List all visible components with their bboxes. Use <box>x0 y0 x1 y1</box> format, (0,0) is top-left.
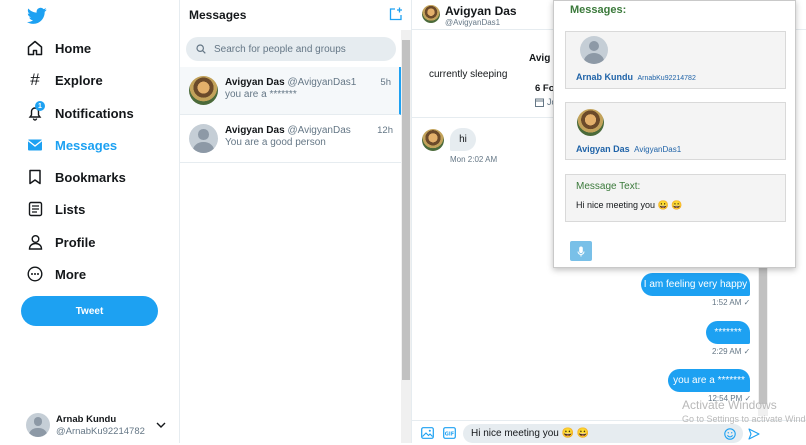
account-handle: @ArnabKu92214782 <box>56 426 145 437</box>
sender-name[interactable]: Arnab Kundu <box>576 72 633 82</box>
image-icon[interactable] <box>421 426 434 444</box>
bell-icon: 1 <box>26 101 45 122</box>
header-handle: @AvigyanDas1 <box>445 18 501 27</box>
tweet-button[interactable]: Tweet <box>21 296 158 326</box>
conversation-time: 12h <box>377 125 393 136</box>
recipient-handle: AvigyanDas1 <box>634 145 682 154</box>
avatar <box>26 413 50 437</box>
conversation-item[interactable]: Avigyan Das @AvigyanDas 12h You are a go… <box>180 115 401 163</box>
conversation-name: Avigyan Das <box>225 77 285 88</box>
nav-lists[interactable]: Lists <box>26 197 85 221</box>
conversation-name: Avigyan Das <box>225 125 285 136</box>
sidebar-nav: Home # Explore 1 Notifications Messages … <box>0 0 180 443</box>
microphone-icon <box>577 246 585 257</box>
message-time: 2:29 AM ✓ <box>712 347 751 356</box>
account-name: Arnab Kundu <box>56 414 117 425</box>
avatar <box>577 109 604 136</box>
nav-more[interactable]: More <box>26 262 86 286</box>
message-bubble-incoming[interactable]: hi <box>450 128 476 151</box>
nav-notifications[interactable]: 1 Notifications <box>26 101 134 125</box>
avatar <box>422 129 444 151</box>
conversation-item[interactable]: Avigyan Das @AvigyanDas1 5h you are a **… <box>180 67 401 115</box>
message-bubble-outgoing[interactable]: ******* <box>706 321 750 344</box>
nav-messages[interactable]: Messages <box>26 133 117 157</box>
recipient-card: Avigyan Das AvigyanDas1 <box>565 102 786 160</box>
profile-bio: currently sleeping <box>429 69 508 80</box>
activate-windows-subtitle: Go to Settings to activate Windows. <box>682 414 806 424</box>
home-icon <box>26 39 44 57</box>
message-time: 1:52 AM ✓ <box>712 298 751 307</box>
emoji-icon[interactable] <box>724 427 736 445</box>
message-text-label: Message Text: <box>576 181 641 192</box>
send-icon[interactable] <box>748 427 760 445</box>
twitter-logo-icon[interactable] <box>27 7 47 25</box>
message-time: Mon 2:02 AM <box>450 155 498 164</box>
recipient-name[interactable]: Avigyan Das <box>576 144 630 154</box>
bookmark-icon <box>26 168 44 186</box>
gif-icon[interactable]: GIF <box>443 426 456 444</box>
nav-label-profile: Profile <box>55 234 96 250</box>
nav-explore[interactable]: # Explore <box>26 68 103 92</box>
scrollbar[interactable] <box>401 30 411 443</box>
recipient-line: Avigyan Das AvigyanDas1 <box>576 139 681 157</box>
sender-line: Arnab Kundu ArnabKu92214782 <box>576 67 696 85</box>
avatar[interactable] <box>422 5 440 23</box>
calendar-icon <box>535 98 544 107</box>
avatar <box>189 76 218 105</box>
message-text-value: Hi nice meeting you 😀 😀 <box>576 200 683 210</box>
activate-windows-title: Activate Windows <box>682 398 777 412</box>
list-icon <box>26 200 44 218</box>
nav-label-messages: Messages <box>55 137 118 153</box>
nav-label-lists: Lists <box>55 201 86 217</box>
message-text-card: Message Text: Hi nice meeting you 😀 😀 <box>565 174 786 222</box>
chevron-down-icon <box>156 416 166 434</box>
nav-label-more: More <box>55 266 87 282</box>
conversation-preview: You are a good person <box>225 137 326 148</box>
nav-label-notifications: Notifications <box>55 105 134 121</box>
conversation-time: 5h <box>380 77 391 88</box>
avatar <box>189 124 218 153</box>
nav-label-home: Home <box>55 40 92 56</box>
conversation-handle: @AvigyanDas <box>287 125 351 136</box>
nav-bookmarks[interactable]: Bookmarks <box>26 165 126 189</box>
messages-panel: Messages Search for people and groups Av… <box>180 0 412 443</box>
account-switcher[interactable]: Arnab Kundu @ArnabKu92214782 <box>26 411 176 441</box>
sender-handle: ArnabKu92214782 <box>637 75 696 82</box>
header-name: Avigyan Das <box>445 4 517 18</box>
messages-title: Messages <box>189 8 247 22</box>
message-input[interactable]: Hi nice meeting you 😀 😀 <box>463 424 743 443</box>
avatar <box>580 36 608 64</box>
search-icon <box>196 44 206 54</box>
nav-profile[interactable]: Profile <box>26 230 95 254</box>
conversation-handle: @AvigyanDas1 <box>287 77 357 88</box>
nav-home[interactable]: Home <box>26 36 91 60</box>
conversation-preview: you are a ******* <box>225 89 297 100</box>
popup-title: Messages: <box>570 4 627 16</box>
hashtag-icon: # <box>30 70 40 89</box>
person-icon <box>26 233 44 251</box>
conversation-name-line: Avigyan Das @AvigyanDas <box>225 125 351 136</box>
profile-name-partial: Avig <box>529 53 551 64</box>
microphone-button[interactable] <box>570 241 592 261</box>
nav-label-bookmarks: Bookmarks <box>55 169 126 185</box>
sender-card: Arnab Kundu ArnabKu92214782 <box>565 31 786 89</box>
more-icon <box>26 265 44 283</box>
search-placeholder: Search for people and groups <box>214 43 346 55</box>
message-bubble-outgoing[interactable]: I am feeling very happy <box>641 273 750 296</box>
scrollbar-thumb[interactable] <box>402 40 410 380</box>
nav-label-explore: Explore <box>55 72 103 88</box>
svg-text:GIF: GIF <box>445 431 454 437</box>
following-count-partial: 6 Fo <box>535 83 555 94</box>
message-bubble-outgoing[interactable]: you are a ******* <box>668 369 750 392</box>
envelope-icon <box>26 136 44 154</box>
extension-popup: Messages: Arnab Kundu ArnabKu92214782 Av… <box>553 0 796 268</box>
conversation-name-line: Avigyan Das @AvigyanDas1 <box>225 77 356 88</box>
new-message-icon[interactable] <box>389 7 403 26</box>
notification-badge: 1 <box>35 101 45 111</box>
divider <box>412 117 554 118</box>
search-input[interactable]: Search for people and groups <box>186 37 396 61</box>
